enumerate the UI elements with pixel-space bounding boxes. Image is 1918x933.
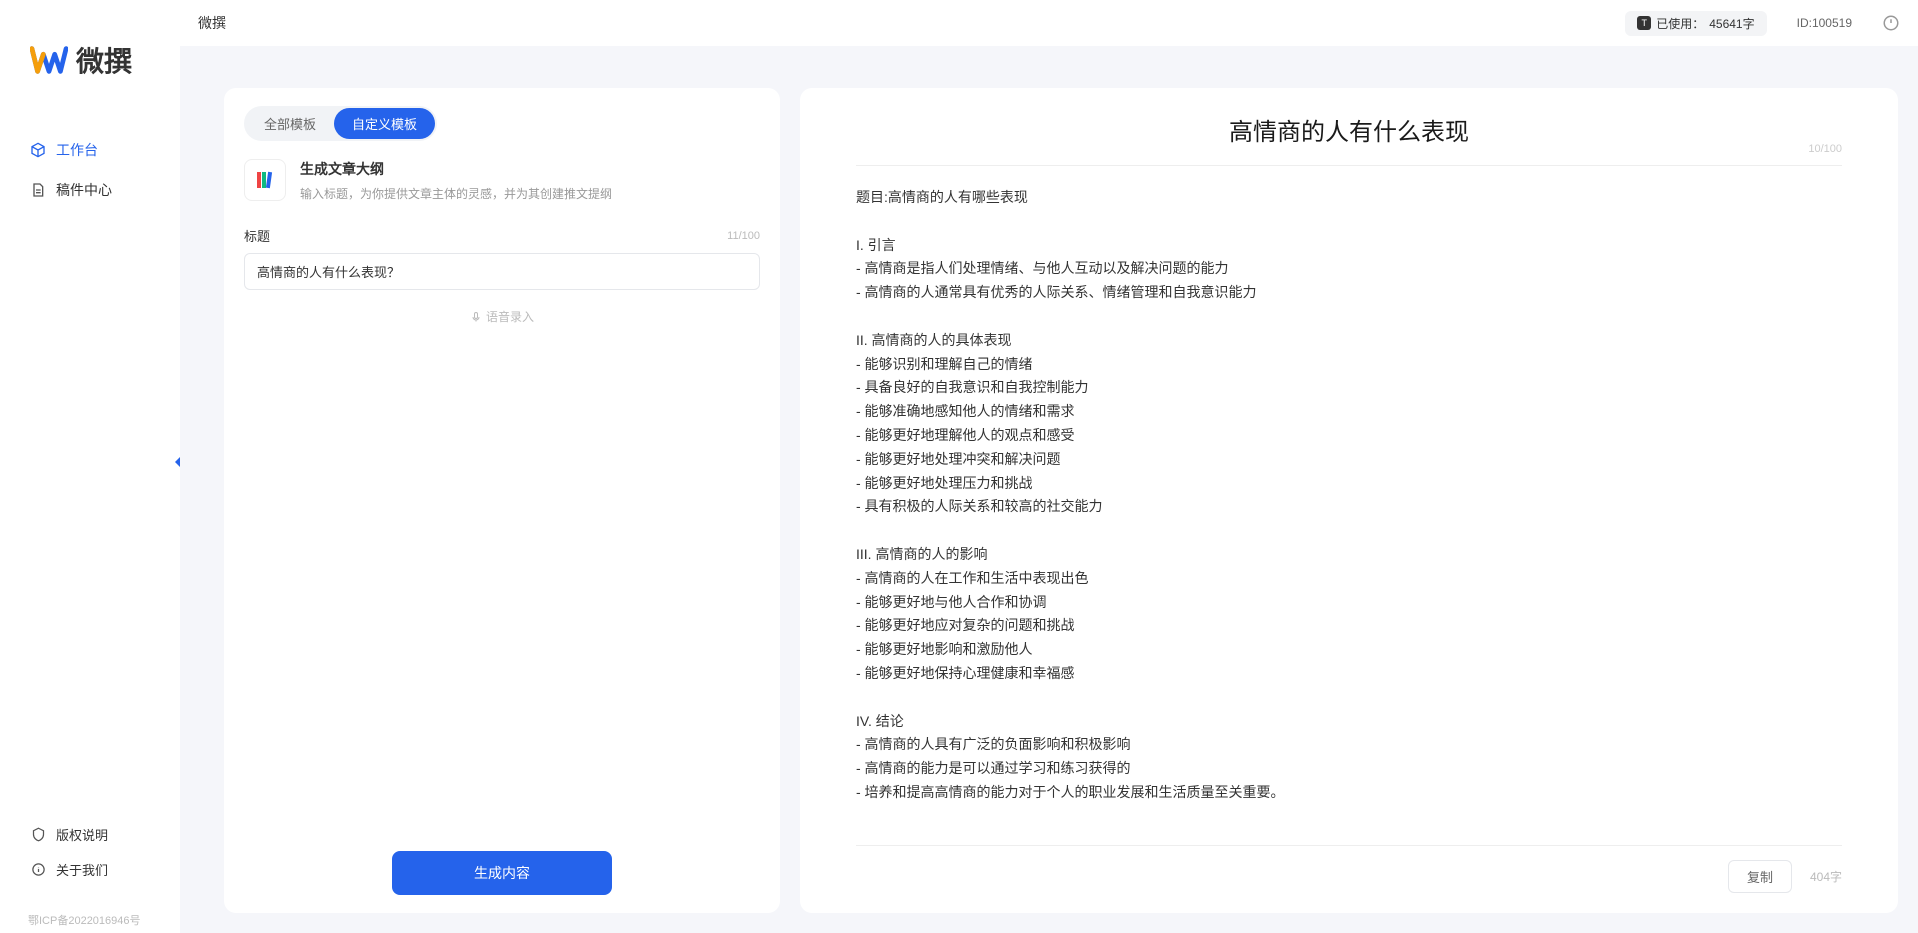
voice-input-button[interactable]: 语音录入 xyxy=(244,308,760,325)
nav-item-copyright[interactable]: 版权说明 xyxy=(0,817,180,852)
input-panel: 全部模板 自定义模板 生成文章大纲 输入标题，为你提供文章主体的灵感，并为其创建… xyxy=(224,88,780,913)
voice-label: 语音录入 xyxy=(486,308,534,325)
brand-text: 微撰 xyxy=(76,40,132,80)
generate-button[interactable]: 生成内容 xyxy=(392,851,612,895)
top-bar: 微撰 T 已使用： 45641字 ID:100519 xyxy=(180,0,1918,46)
output-panel: 高情商的人有什么表现 10/100 题目:高情商的人有哪些表现 I. 引言 - … xyxy=(800,88,1898,913)
word-count: 404字 xyxy=(1810,868,1842,885)
sidebar: 微撰 工作台 稿件中心 版权说明 关于我们 鄂ICP备 xyxy=(0,0,180,933)
usage-badge[interactable]: T 已使用： 45641字 xyxy=(1625,11,1766,36)
nav-item-about[interactable]: 关于我们 xyxy=(0,852,180,887)
cube-icon xyxy=(30,142,46,158)
template-desc: 输入标题，为你提供文章主体的灵感，并为其创建推文提纲 xyxy=(300,185,760,202)
field-header: 标题 11/100 xyxy=(244,226,760,245)
template-info: 生成文章大纲 输入标题，为你提供文章主体的灵感，并为其创建推文提纲 xyxy=(300,159,760,202)
title-input[interactable] xyxy=(244,253,760,290)
output-title-count: 10/100 xyxy=(1808,143,1842,155)
nav-item-workspace[interactable]: 工作台 xyxy=(0,130,180,170)
main-content: 全部模板 自定义模板 生成文章大纲 输入标题，为你提供文章主体的灵感，并为其创建… xyxy=(180,46,1918,933)
nav-label: 稿件中心 xyxy=(56,180,112,200)
user-id: ID:100519 xyxy=(1797,16,1852,30)
mic-icon xyxy=(470,311,482,323)
output-title: 高情商的人有什么表现 xyxy=(1229,112,1469,147)
field-char-count: 11/100 xyxy=(727,230,760,242)
usage-label: 已使用： xyxy=(1656,15,1704,32)
nav-label: 工作台 xyxy=(56,140,98,160)
template-tabs: 全部模板 自定义模板 xyxy=(244,106,437,141)
tab-all-templates[interactable]: 全部模板 xyxy=(246,108,334,139)
copy-button[interactable]: 复制 xyxy=(1728,860,1792,893)
page-title: 微撰 xyxy=(198,13,226,33)
output-header: 高情商的人有什么表现 10/100 xyxy=(856,112,1842,166)
doc-icon xyxy=(30,182,46,198)
logo-w-icon xyxy=(30,44,68,76)
template-card: 生成文章大纲 输入标题，为你提供文章主体的灵感，并为其创建推文提纲 xyxy=(244,159,760,202)
nav-item-drafts[interactable]: 稿件中心 xyxy=(0,170,180,210)
bottom-nav: 版权说明 关于我们 xyxy=(0,817,180,887)
sidebar-collapse-handle[interactable] xyxy=(172,455,182,469)
output-body[interactable]: 题目:高情商的人有哪些表现 I. 引言 - 高情商是指人们处理情绪、与他人互动以… xyxy=(856,186,1842,845)
shield-icon xyxy=(30,827,46,843)
books-icon xyxy=(244,159,286,201)
power-icon[interactable] xyxy=(1882,14,1900,32)
info-icon xyxy=(30,862,46,878)
tab-custom-templates[interactable]: 自定义模板 xyxy=(334,108,435,139)
top-right-group: T 已使用： 45641字 ID:100519 xyxy=(1625,11,1900,36)
output-footer: 复制 404字 xyxy=(856,845,1842,893)
nav-label: 关于我们 xyxy=(56,860,108,879)
nav-label: 版权说明 xyxy=(56,825,108,844)
icp-text: 鄂ICP备2022016946号 xyxy=(0,907,180,933)
brand-logo: 微撰 xyxy=(0,10,180,130)
usage-value: 45641字 xyxy=(1709,15,1754,32)
template-title: 生成文章大纲 xyxy=(300,159,760,179)
text-badge-icon: T xyxy=(1637,16,1651,30)
main-nav: 工作台 稿件中心 xyxy=(0,130,180,817)
field-label: 标题 xyxy=(244,226,270,245)
